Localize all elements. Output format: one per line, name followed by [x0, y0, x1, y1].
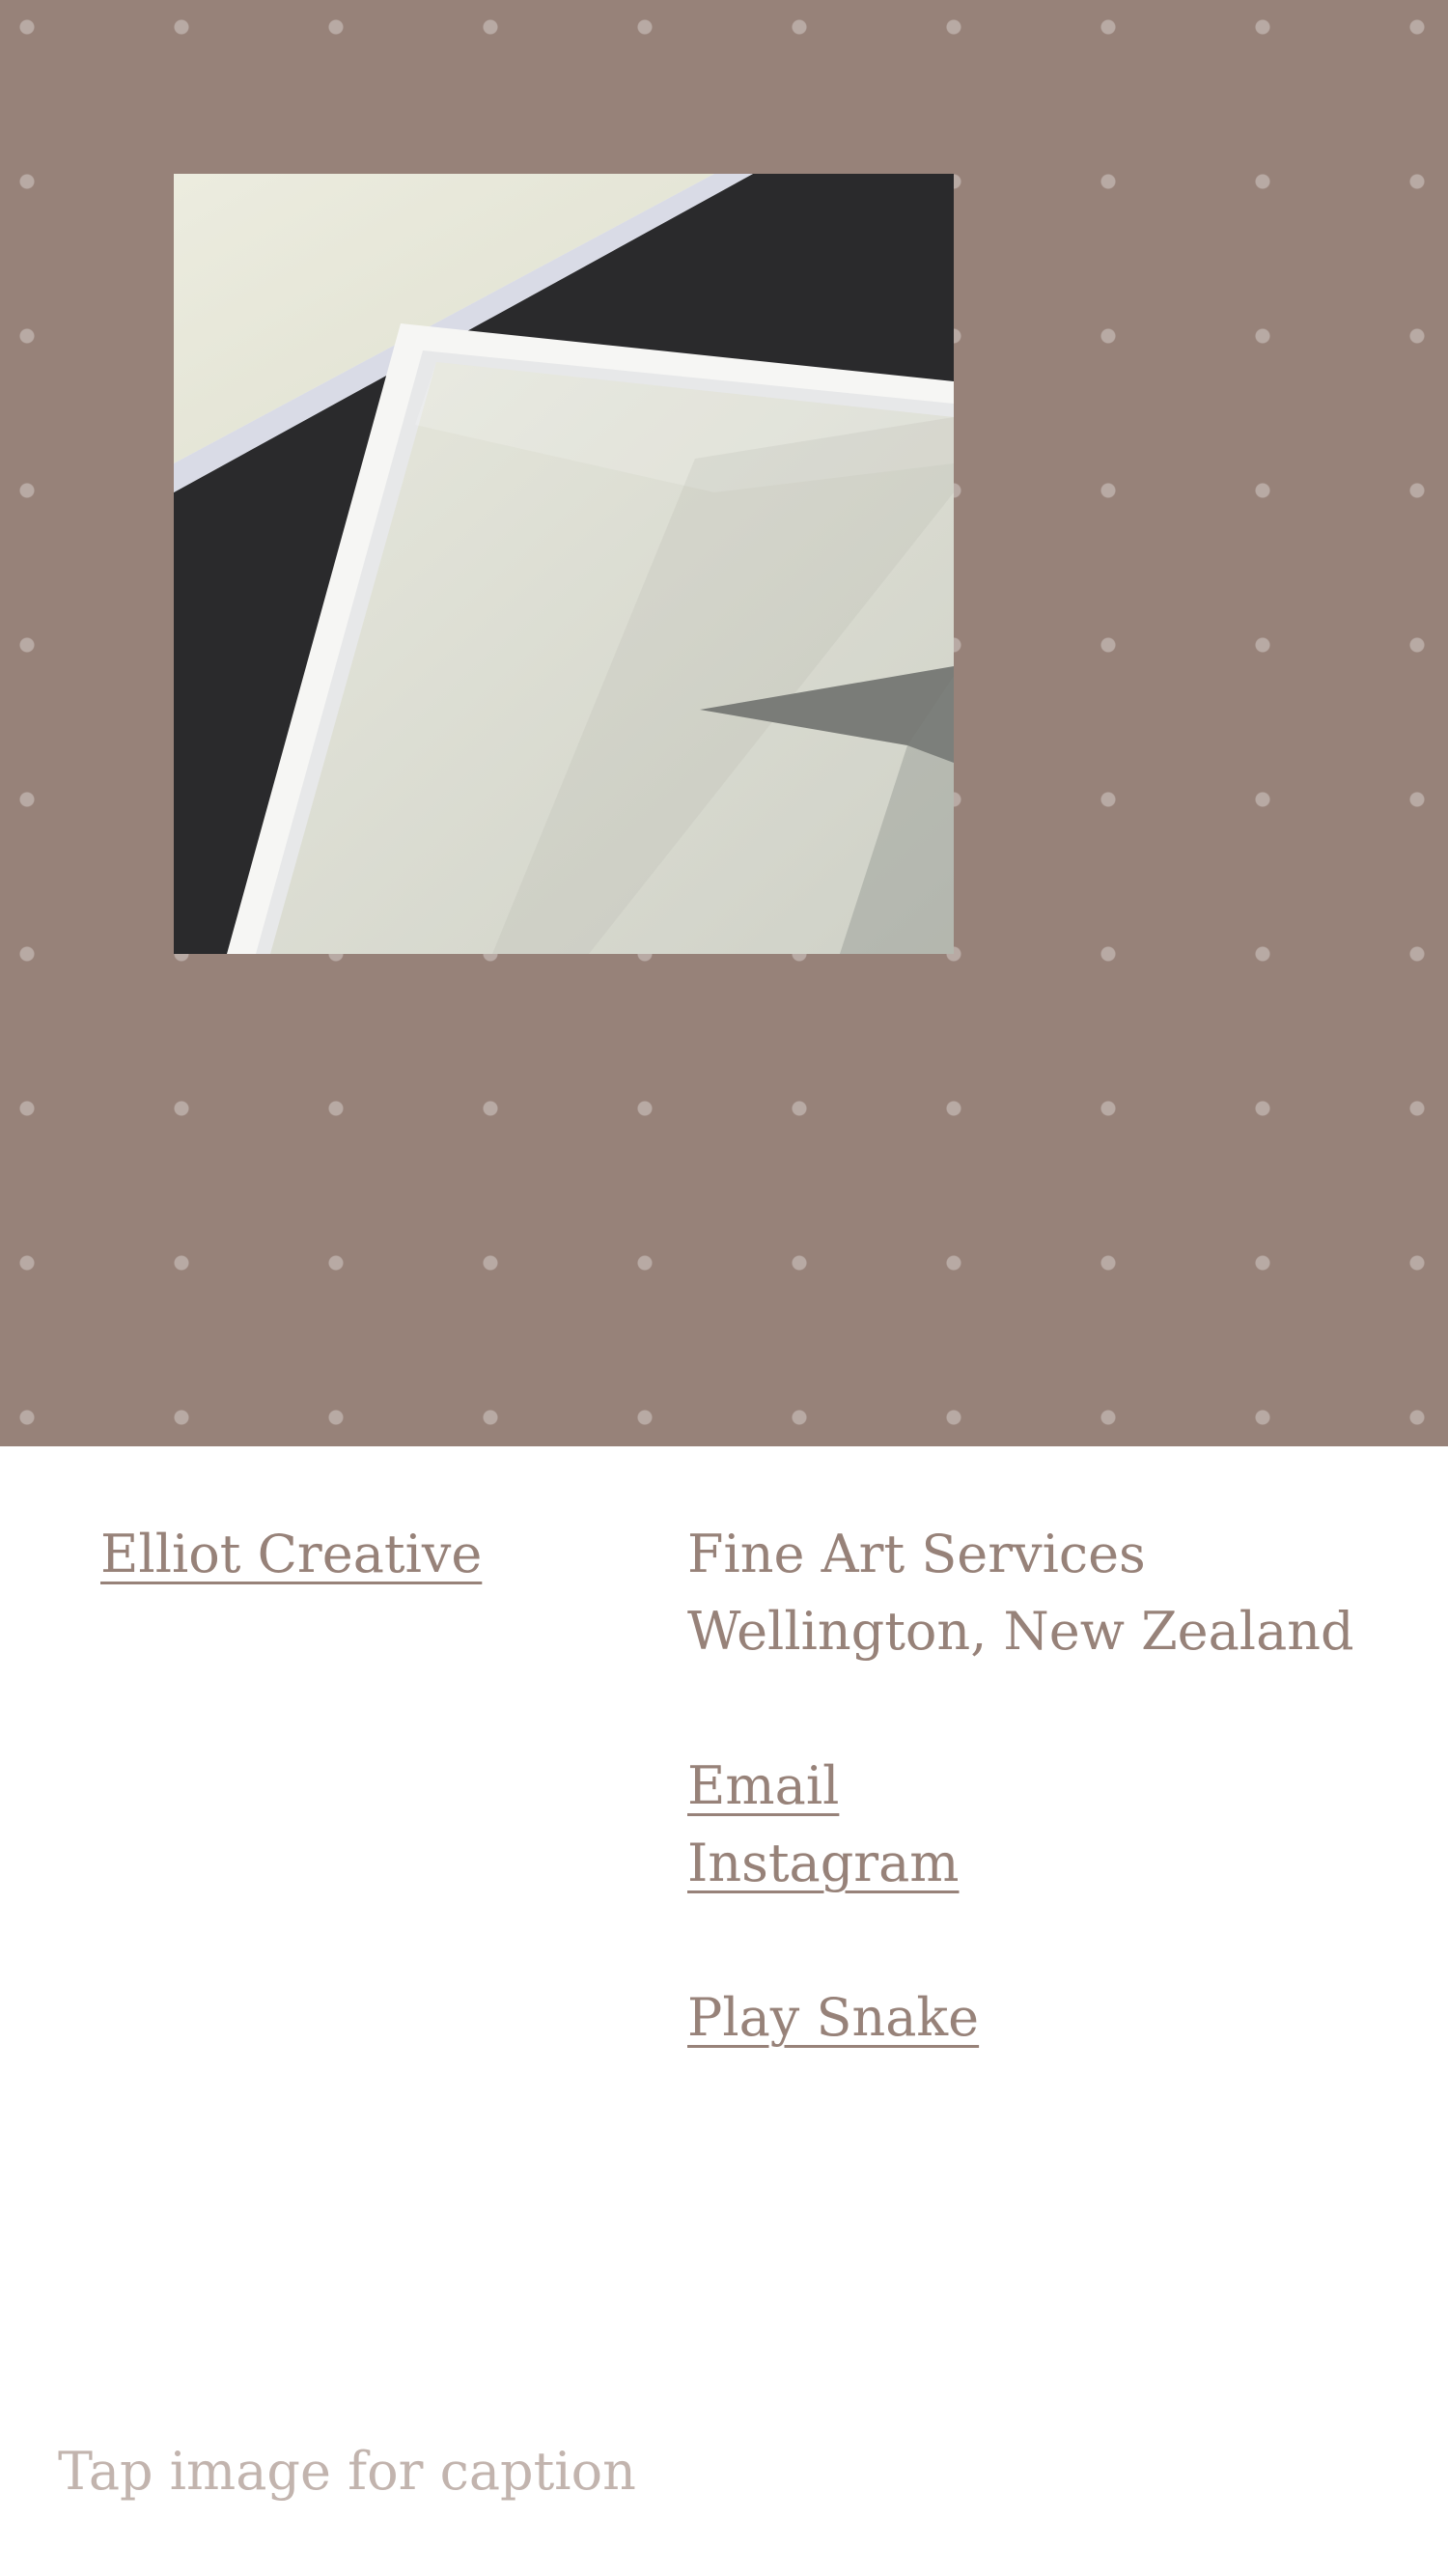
email-link[interactable]: Email [687, 1755, 839, 1816]
instagram-line: Instagram [687, 1825, 1421, 1902]
footer-info-column: Fine Art Services Wellington, New Zealan… [687, 1516, 1421, 2057]
play-snake-link[interactable]: Play Snake [687, 1987, 979, 2048]
location-text: Wellington, New Zealand [687, 1601, 1354, 1662]
caption-hint: Tap image for caption [58, 2441, 636, 2502]
artwork-photo[interactable] [174, 174, 954, 954]
brand-link[interactable]: Elliot Creative [100, 1516, 482, 1593]
footer-brand-column: Elliot Creative [100, 1516, 482, 1593]
services-text: Fine Art Services [687, 1524, 1146, 1584]
hero-pattern-area [0, 0, 1448, 1446]
snake-line: Play Snake [687, 1979, 1421, 2057]
email-line: Email [687, 1748, 1421, 1825]
instagram-link[interactable]: Instagram [687, 1833, 960, 1893]
